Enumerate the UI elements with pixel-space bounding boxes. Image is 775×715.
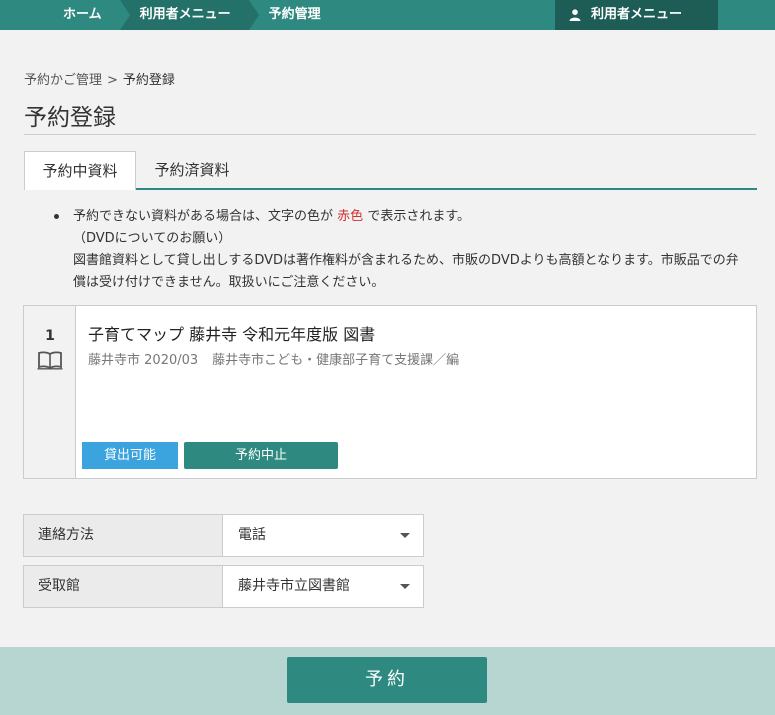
- nav-breadcrumbs: ホーム 利用者メニュー 予約管理: [45, 0, 339, 30]
- contact-method-select[interactable]: 電話: [224, 515, 423, 556]
- nav-user-menu-link[interactable]: 利用者メニュー: [119, 0, 259, 30]
- pickup-library-label: 受取館: [24, 566, 223, 607]
- item-number: 1: [45, 328, 55, 344]
- book-icon: [37, 351, 63, 370]
- nav-user-menu-label: 利用者メニュー: [139, 7, 231, 22]
- nav-reservation-link[interactable]: 予約管理: [249, 0, 339, 30]
- notice-body: 予約できない資料がある場合は、文字の色が 赤色 で表示されます。 （DVDについ…: [73, 206, 744, 294]
- cancel-reservation-button[interactable]: 予約中止: [184, 442, 338, 469]
- nav-home-link[interactable]: ホーム: [45, 0, 130, 30]
- pickup-library-value: 藤井寺市立図書館: [238, 578, 350, 594]
- top-navigation-bar: ホーム 利用者メニュー 予約管理 利用者メニュー: [0, 0, 775, 30]
- chevron-down-icon: [400, 584, 410, 589]
- notice: 予約できない資料がある場合は、文字の色が 赤色 で表示されます。 （DVDについ…: [54, 206, 744, 294]
- notice-text: 予約できない資料がある場合は、文字の色が: [73, 209, 334, 224]
- item-meta: 藤井寺市 2020/03 藤井寺市こども・健康部子育て支援課／編: [88, 349, 459, 368]
- breadcrumb-separator: >: [107, 73, 118, 88]
- pickup-library-row: 受取館 藤井寺市立図書館: [23, 565, 424, 608]
- nav-arrow: [119, 0, 130, 30]
- contact-method-label: 連絡方法: [24, 515, 223, 556]
- item-title[interactable]: 子育てマップ 藤井寺 令和元年度版 図書: [88, 321, 375, 345]
- reservation-tabs: 予約中資料 予約済資料: [24, 151, 757, 190]
- nav-arrow: [248, 0, 259, 30]
- user-icon: [569, 9, 581, 21]
- nav-home-label: ホーム: [63, 7, 102, 22]
- reserve-submit-button[interactable]: 予約: [287, 657, 487, 703]
- chevron-down-icon: [400, 533, 410, 538]
- nav-reservation-label: 予約管理: [268, 7, 321, 22]
- bottom-action-bar: 予約: [0, 647, 775, 715]
- item-publisher: 藤井寺市: [88, 353, 141, 368]
- pickup-library-select[interactable]: 藤井寺市立図書館: [224, 566, 423, 607]
- contact-method-row: 連絡方法 電話: [23, 514, 424, 557]
- item-author: 藤井寺市こども・健康部子育て支援課／編: [212, 353, 460, 368]
- notice-text: で表示されます。: [367, 209, 471, 224]
- item-date: 2020/03: [144, 353, 199, 368]
- notice-red-text: 赤色: [337, 209, 364, 224]
- user-menu-button[interactable]: 利用者メニュー: [555, 0, 718, 30]
- reservation-item-card: 1 子育てマップ 藤井寺 令和元年度版 図書 藤井寺市 2020/03 藤井寺市こ…: [23, 305, 757, 479]
- breadcrumb-current: 予約登録: [122, 73, 175, 88]
- status-badge: 貸出可能: [82, 442, 178, 469]
- title-divider: [24, 134, 756, 135]
- item-side-panel: 1: [24, 306, 76, 478]
- bullet-icon: [54, 214, 59, 219]
- user-menu-label: 利用者メニュー: [591, 7, 683, 22]
- tab-reserving[interactable]: 予約中資料: [24, 151, 136, 190]
- breadcrumb-parent-link[interactable]: 予約かご管理: [24, 73, 102, 88]
- contact-method-value: 電話: [238, 527, 266, 543]
- tab-reserved[interactable]: 予約済資料: [152, 151, 232, 190]
- page-title: 予約登録: [24, 105, 116, 131]
- notice-line-2: （DVDについてのお願い）: [73, 231, 232, 246]
- notice-line-1: 予約できない資料がある場合は、文字の色が 赤色 で表示されます。: [73, 206, 744, 228]
- notice-line-3: 図書館資料として貸し出しするDVDは著作権料が含まれるため、市販のDVDよりも高…: [73, 253, 739, 290]
- breadcrumb: 予約かご管理 > 予約登録: [24, 69, 175, 88]
